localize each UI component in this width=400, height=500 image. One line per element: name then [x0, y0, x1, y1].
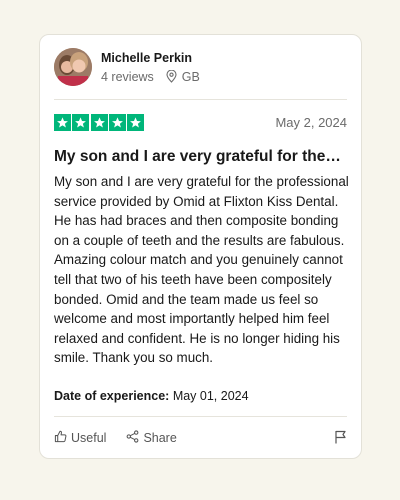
divider	[54, 99, 347, 100]
review-date: May 2, 2024	[275, 115, 347, 130]
thumbs-up-icon	[54, 430, 71, 446]
experience-date: May 01, 2024	[172, 389, 249, 403]
flag-icon[interactable]	[334, 430, 347, 449]
star-icon	[127, 114, 145, 131]
star-icon	[54, 114, 71, 131]
star-rating	[54, 114, 145, 131]
avatar[interactable]	[54, 48, 92, 86]
star-icon	[90, 114, 108, 131]
experience-label: Date of experience:	[54, 389, 170, 403]
review-count: 4 reviews	[101, 69, 154, 84]
review-title[interactable]: My son and I are very grateful for the…	[54, 148, 347, 166]
location-pin-icon	[166, 70, 177, 83]
useful-label: Useful	[71, 431, 107, 445]
reviewer-header[interactable]: Michelle Perkin 4 reviews GB	[54, 48, 200, 86]
review-card: Michelle Perkin 4 reviews GB May 2, 2024…	[39, 34, 362, 459]
reviewer-name[interactable]: Michelle Perkin	[101, 50, 200, 66]
share-icon	[126, 430, 143, 446]
useful-button[interactable]: Useful	[54, 430, 106, 446]
review-body: My son and I are very grateful for the p…	[54, 174, 349, 366]
reviewer-location: GB	[181, 69, 200, 84]
date-of-experience: Date of experience: May 01, 2024	[54, 389, 249, 403]
review-actions: Useful Share	[54, 430, 347, 446]
divider	[54, 416, 347, 417]
star-icon	[108, 114, 126, 131]
star-icon	[72, 114, 90, 131]
share-label: Share	[143, 431, 177, 445]
share-button[interactable]: Share	[126, 430, 177, 446]
